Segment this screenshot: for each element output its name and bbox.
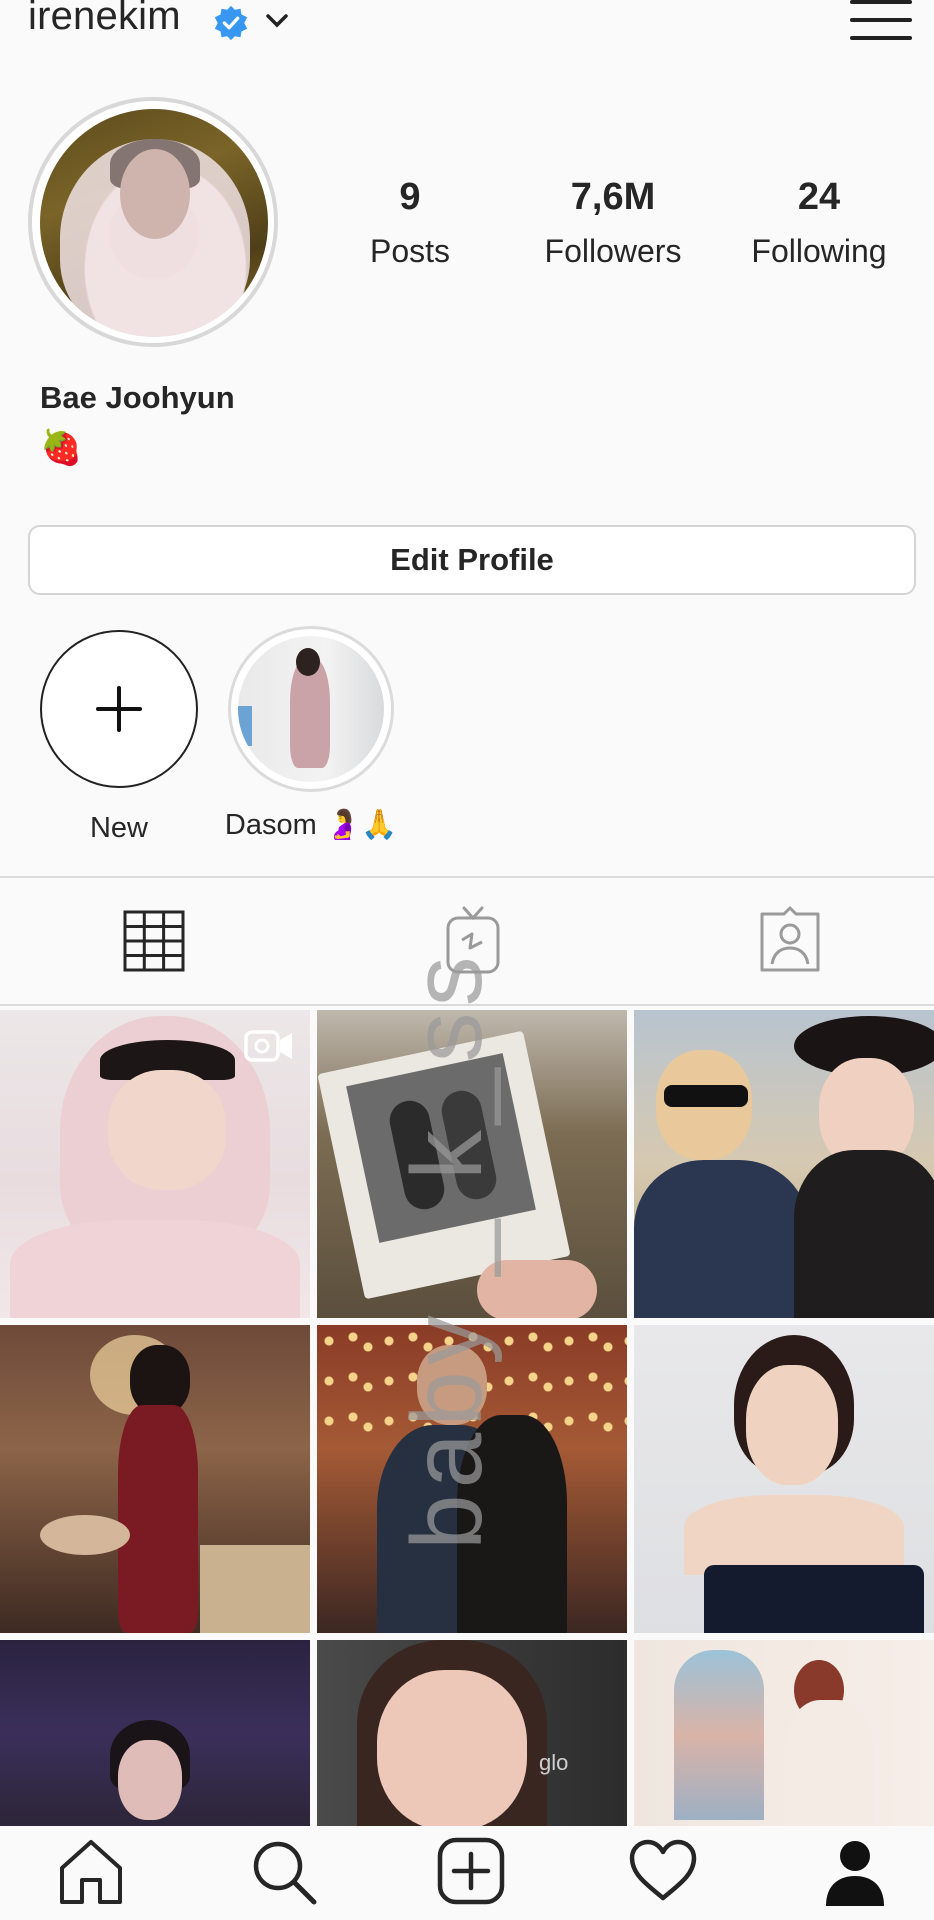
chevron-down-icon[interactable]	[262, 6, 292, 36]
following-label: Following	[751, 233, 887, 269]
post-thumbnail-1[interactable]	[0, 1010, 310, 1318]
verified-badge-icon	[214, 5, 248, 41]
tabs-bottom-divider	[0, 1004, 934, 1006]
video-camera-icon	[244, 1030, 292, 1062]
profile-full-name: Bae Joohyun	[40, 380, 235, 415]
profile-icon[interactable]	[818, 1834, 892, 1908]
post-thumbnail-3[interactable]	[634, 1010, 934, 1318]
post-thumbnail-8[interactable]: glo	[317, 1640, 627, 1826]
bottom-nav	[0, 1826, 934, 1920]
bio-emoji: 🍓	[40, 429, 83, 467]
posts-count: 9	[399, 176, 421, 218]
highlight-cover-dasom[interactable]	[238, 636, 384, 782]
posts-label: Posts	[369, 233, 451, 269]
search-icon[interactable]	[246, 1834, 320, 1908]
post-thumbnail-7[interactable]	[0, 1640, 310, 1826]
new-highlight-button[interactable]	[40, 630, 198, 788]
following-count: 24	[797, 176, 841, 218]
plus-icon	[96, 686, 142, 732]
post-thumbnail-9[interactable]	[634, 1640, 934, 1826]
post-thumbnail-4[interactable]	[0, 1325, 310, 1633]
hamburger-menu-icon[interactable]	[850, 0, 912, 46]
edit-profile-button[interactable]: Edit Profile	[28, 525, 916, 595]
home-icon[interactable]	[54, 1834, 128, 1908]
post-caption: glo	[539, 1750, 569, 1775]
tabs-top-divider	[0, 876, 934, 878]
stat-followers[interactable]: 7,6M Followers	[528, 176, 698, 270]
highlight-label-dasom: Dasom 🤰🙏	[224, 809, 398, 841]
avatar[interactable]	[40, 109, 268, 337]
followers-count: 7,6M	[570, 176, 656, 218]
followers-label: Followers	[544, 233, 682, 269]
tagged-icon[interactable]	[758, 906, 822, 974]
profile-username[interactable]: irenekim	[28, 0, 181, 39]
new-post-icon[interactable]	[434, 1834, 508, 1908]
grid-icon[interactable]	[123, 910, 185, 972]
stat-posts[interactable]: 9 Posts	[350, 176, 470, 270]
igtv-icon[interactable]	[444, 904, 502, 976]
heart-icon[interactable]	[626, 1834, 700, 1908]
post-thumbnail-6[interactable]	[634, 1325, 934, 1633]
highlight-label-new: New	[89, 812, 148, 844]
stat-following[interactable]: 24 Following	[734, 176, 904, 270]
post-thumbnail-5[interactable]	[317, 1325, 627, 1633]
post-thumbnail-2[interactable]	[317, 1010, 627, 1318]
